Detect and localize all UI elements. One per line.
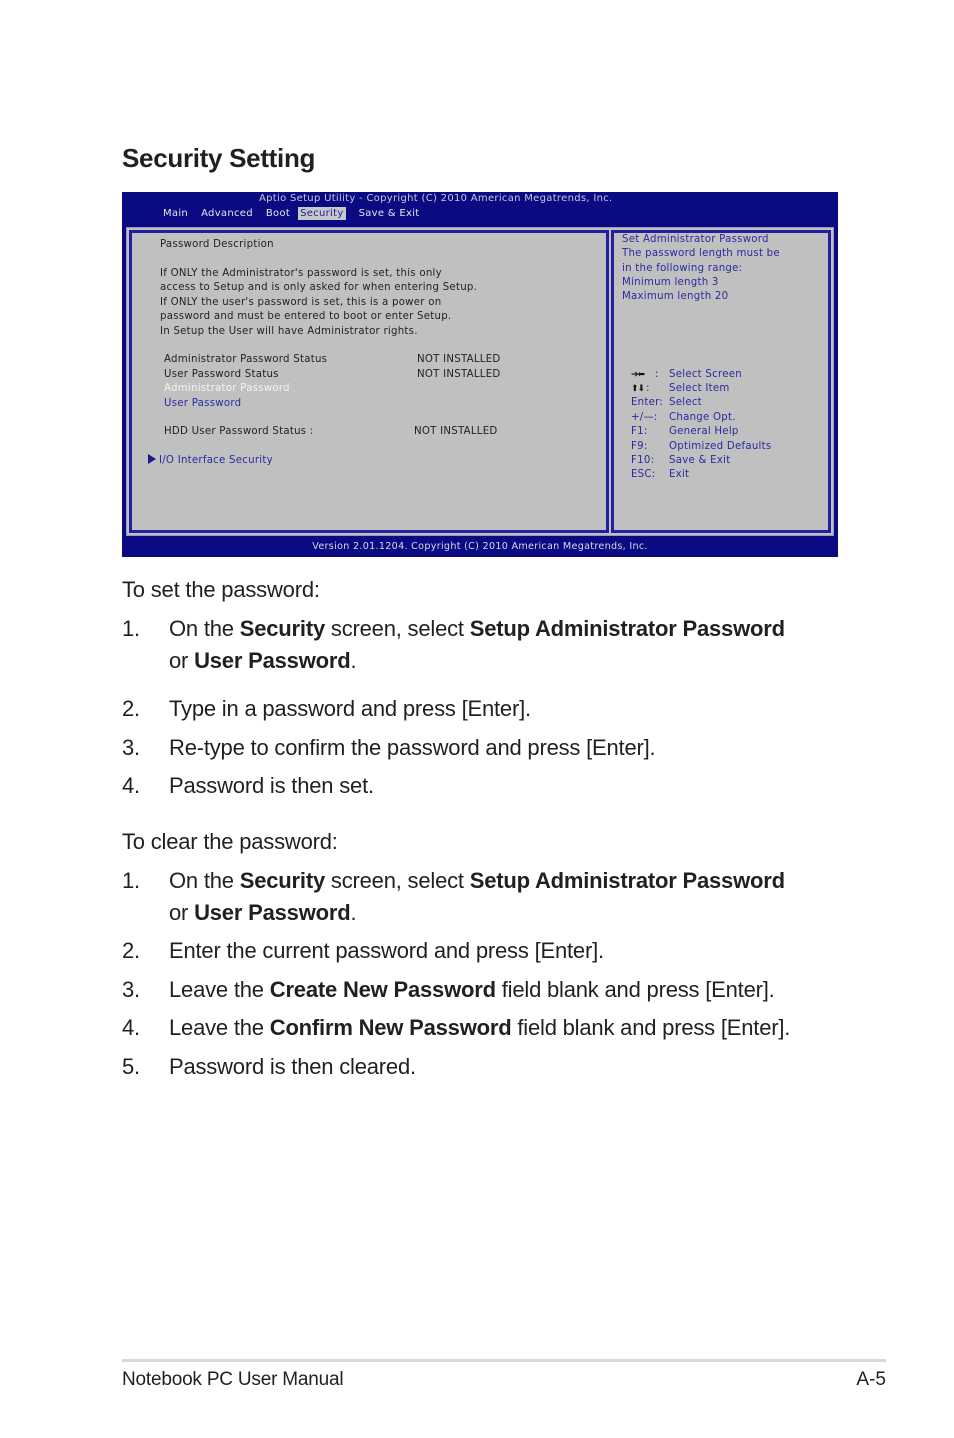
hdd-password-status-label: HDD User Password Status : <box>164 426 314 437</box>
key-legend-row: ➔⬅: <box>631 368 659 382</box>
description-line: access to Setup and is only asked for wh… <box>160 282 478 294</box>
left-right-arrows-icon: ➔⬅ <box>631 370 645 380</box>
key-action: General Help <box>669 426 739 437</box>
admin-password-status-value: NOT INSTALLED <box>417 354 501 365</box>
key-action: Save & Exit <box>669 455 731 466</box>
tab-advanced[interactable]: Advanced <box>199 207 255 220</box>
io-interface-security-label: I/O Interface Security <box>159 455 273 466</box>
password-description-heading: Password Description <box>160 239 274 250</box>
user-password-status-value: NOT INSTALLED <box>417 369 501 380</box>
administrator-password-item[interactable]: Administrator Password <box>164 382 290 396</box>
key-action: Select Item <box>669 383 730 394</box>
bios-help-panel: Set Administrator Password The password … <box>611 230 831 533</box>
key-action: Select <box>669 397 702 408</box>
section-title: Security Setting <box>122 143 316 173</box>
bios-title: Aptio Setup Utility - Copyright (C) 2010… <box>259 193 613 204</box>
description-line: In Setup the User will have Administrato… <box>160 325 418 337</box>
description-line: password and must be entered to boot or … <box>160 311 452 323</box>
user-password-status-label: User Password Status <box>164 369 279 380</box>
bios-header: Aptio Setup Utility - Copyright (C) 2010… <box>122 192 838 228</box>
bios-footer: Version 2.01.1204. Copyright (C) 2010 Am… <box>312 541 648 552</box>
hdd-password-status-value: NOT INSTALLED <box>414 426 498 437</box>
bios-frame: Password Description If ONLY the Adminis… <box>126 227 834 536</box>
key-label: F1: <box>631 426 648 437</box>
help-line: Maximum length 20 <box>622 291 729 302</box>
tab-main[interactable]: Main <box>161 207 190 220</box>
description-line: If ONLY the user's password is set, this… <box>160 296 442 308</box>
tab-security[interactable]: Security <box>298 207 346 220</box>
tab-boot[interactable]: Boot <box>264 207 292 220</box>
bios-tab-bar: Main Advanced Boot Security Save & Exit <box>161 207 431 220</box>
up-down-arrows-icon: ⬆⬇ <box>631 384 645 394</box>
key-action: Optimized Defaults <box>669 441 772 452</box>
password-description: If ONLY the Administrator's password is … <box>160 267 477 339</box>
admin-password-status-label: Administrator Password Status <box>164 354 328 365</box>
key-label: F9: <box>631 441 648 452</box>
triangle-right-icon <box>148 454 156 464</box>
key-label: F10: <box>631 455 655 466</box>
help-line: The password length must be <box>622 248 780 259</box>
key-action: Select Screen <box>669 369 742 380</box>
bios-main-panel: Password Description If ONLY the Adminis… <box>129 230 609 533</box>
bios-screenshot: Aptio Setup Utility - Copyright (C) 2010… <box>122 192 838 557</box>
key-label: Enter: <box>631 397 664 408</box>
help-line: Set Administrator Password <box>622 234 769 245</box>
tab-save-exit[interactable]: Save & Exit <box>357 207 422 220</box>
key-action: Change Opt. <box>669 412 736 423</box>
page-number: A-5 <box>856 1369 886 1390</box>
clear-password-intro: To clear the password: <box>122 829 338 854</box>
help-line: in the following range: <box>622 263 743 274</box>
key-action: Exit <box>669 469 690 480</box>
manual-title: Notebook PC User Manual <box>122 1369 344 1390</box>
key-label: ESC: <box>631 469 656 480</box>
io-interface-security-item[interactable]: I/O Interface Security <box>148 454 273 468</box>
user-password-item[interactable]: User Password <box>164 397 241 411</box>
key-label: +/—: <box>631 412 658 423</box>
key-legend-row: ⬆⬇: <box>631 382 650 396</box>
set-password-intro: To set the password: <box>122 577 320 602</box>
help-line: Minimum length 3 <box>622 277 719 288</box>
footer-divider <box>122 1359 886 1362</box>
description-line: If ONLY the Administrator's password is … <box>160 268 442 279</box>
